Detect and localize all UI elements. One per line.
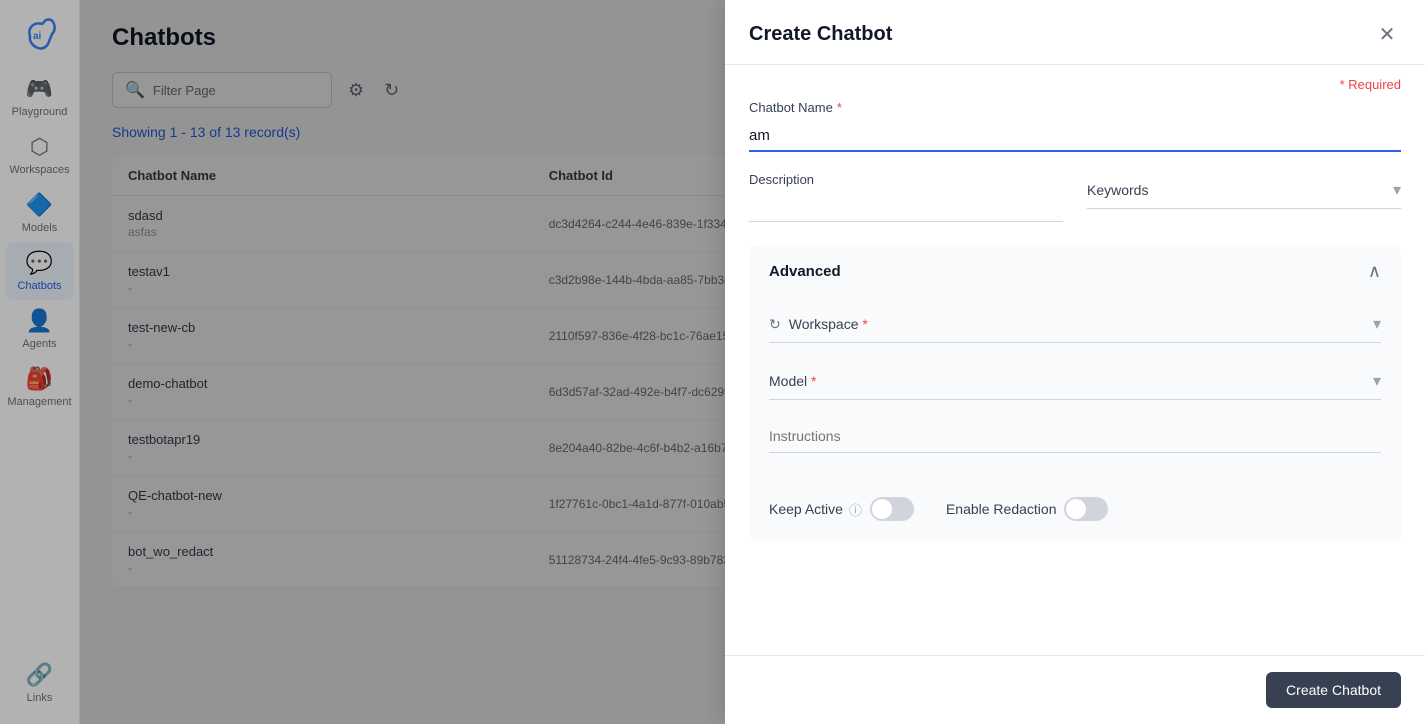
model-group: Model * ▾ (769, 363, 1381, 400)
enable-redaction-toggle[interactable] (1064, 497, 1108, 521)
model-label: Model * (769, 373, 816, 389)
required-star: * (837, 100, 842, 115)
advanced-section: Advanced ∧ ↻ Workspace * (749, 245, 1401, 541)
description-label: Description (749, 172, 1063, 187)
workspace-refresh-icon: ↻ (769, 316, 781, 333)
chatbot-name-input[interactable] (749, 121, 1401, 152)
desc-keywords-row: Description Keywords ▾ (749, 172, 1401, 245)
modal-panel: Create Chatbot ✕ * Required Chatbot Name… (725, 0, 1425, 724)
instructions-input[interactable] (769, 420, 1381, 453)
enable-redaction-label: Enable Redaction (946, 501, 1057, 517)
keep-active-info-icon[interactable]: ⓘ (849, 500, 862, 519)
advanced-header[interactable]: Advanced ∧ (749, 245, 1401, 298)
workspace-select[interactable]: ↻ Workspace * ▾ (769, 306, 1381, 343)
model-chevron-icon: ▾ (1373, 371, 1381, 391)
toggles-row: Keep Active ⓘ Enable Redaction (769, 497, 1381, 521)
chatbot-name-label: Chatbot Name * (749, 100, 1401, 115)
modal-footer: Create Chatbot (725, 655, 1425, 724)
advanced-title: Advanced (769, 263, 841, 280)
keywords-label: Keywords (1087, 182, 1148, 198)
advanced-content: ↻ Workspace * ▾ (749, 298, 1401, 541)
modal-close-button[interactable]: ✕ (1373, 20, 1401, 48)
keywords-select[interactable]: Keywords ▾ (1087, 172, 1401, 209)
workspace-group: ↻ Workspace * ▾ (769, 306, 1381, 343)
description-group: Description (749, 172, 1063, 225)
keywords-chevron-icon: ▾ (1393, 180, 1401, 200)
create-chatbot-button[interactable]: Create Chatbot (1266, 672, 1401, 708)
modal-title: Create Chatbot (749, 23, 892, 46)
keep-active-toggle[interactable] (870, 497, 914, 521)
required-note: * Required (749, 65, 1401, 100)
workspace-chevron-icon: ▾ (1373, 314, 1381, 334)
description-input[interactable] (749, 193, 1063, 222)
modal-header: Create Chatbot ✕ (725, 0, 1425, 65)
advanced-collapse-icon: ∧ (1368, 261, 1381, 282)
enable-redaction-toggle-item: Enable Redaction (946, 497, 1109, 521)
workspace-label: Workspace * (789, 316, 868, 332)
instructions-group (769, 420, 1381, 477)
model-select[interactable]: Model * ▾ (769, 363, 1381, 400)
keywords-group: Keywords ▾ (1087, 172, 1401, 225)
chatbot-name-group: Chatbot Name * (749, 100, 1401, 152)
modal-body: * Required Chatbot Name * Description Ke… (725, 65, 1425, 655)
modal-overlay: Create Chatbot ✕ * Required Chatbot Name… (0, 0, 1425, 724)
keep-active-label: Keep Active ⓘ (769, 500, 862, 519)
keep-active-toggle-item: Keep Active ⓘ (769, 497, 914, 521)
